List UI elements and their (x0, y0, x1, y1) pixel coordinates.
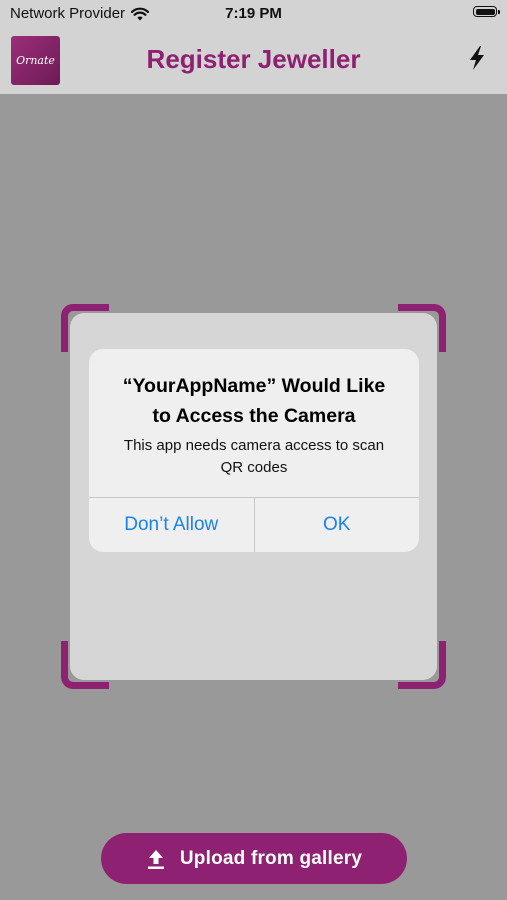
flash-icon[interactable] (461, 42, 493, 74)
camera-permission-dialog: “YourAppName” Would Like to Access the C… (89, 349, 419, 552)
scan-corner-top-left (61, 304, 109, 352)
scan-corner-bottom-right (398, 641, 446, 689)
upload-from-gallery-button[interactable]: Upload from gallery (101, 833, 407, 884)
upload-icon (147, 849, 164, 869)
battery-icon (473, 6, 500, 17)
dialog-message: This app needs camera access to scan QR … (123, 437, 385, 476)
status-time: 7:19 PM (225, 5, 282, 22)
dont-allow-button[interactable]: Don’t Allow (89, 498, 254, 552)
dialog-actions: Don’t Allow OK (89, 497, 419, 552)
upload-label: Upload from gallery (179, 847, 363, 869)
scan-corner-bottom-left (61, 641, 109, 689)
scan-corner-top-right (398, 304, 446, 352)
page-title: Register Jeweller (146, 44, 361, 74)
dialog-title: “YourAppName” Would Like to Access the C… (122, 375, 386, 427)
ok-button[interactable]: OK (253, 498, 420, 552)
status-bar: Network Provider 7:19 PM (0, 0, 507, 28)
app-bar: Ornate Register Jeweller (0, 28, 507, 94)
